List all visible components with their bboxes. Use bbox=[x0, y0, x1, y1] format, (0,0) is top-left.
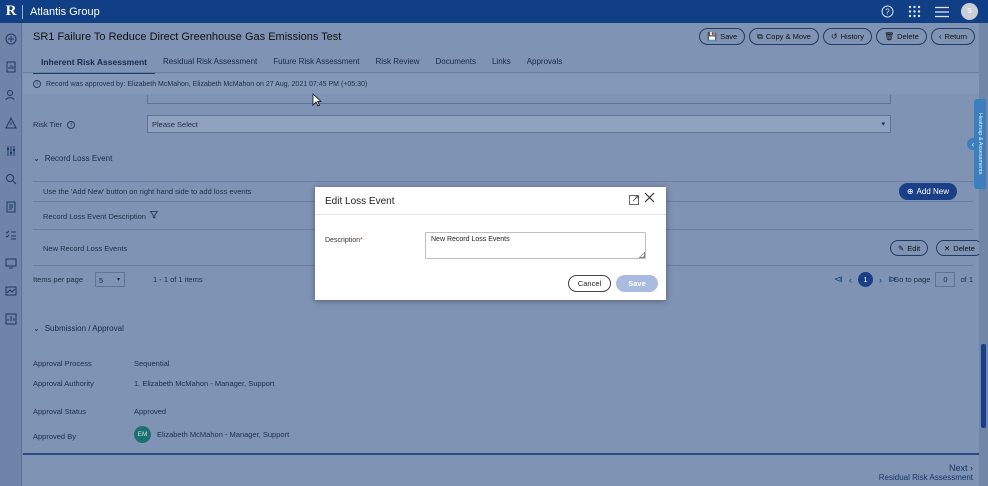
tab-approvals[interactable]: Approvals bbox=[519, 54, 571, 74]
tab-documents[interactable]: Documents bbox=[428, 54, 484, 74]
next-section-link[interactable]: Next › Residual Risk Assessment bbox=[879, 463, 973, 482]
submission-approval-section[interactable]: ⌄ Submission / Approval bbox=[33, 324, 124, 333]
history-icon: ↺ bbox=[830, 32, 838, 41]
save-icon: 💾 bbox=[707, 32, 718, 41]
tab-future-risk-assessment[interactable]: Future Risk Assessment bbox=[265, 54, 367, 74]
description-textarea[interactable]: New Record Loss Events bbox=[425, 232, 646, 259]
record-header: SR1 Failure To Reduce Direct Greenhouse … bbox=[23, 23, 979, 53]
approval-status-label: Approval Status bbox=[33, 407, 86, 416]
next-page-icon[interactable]: › bbox=[879, 275, 882, 285]
items-range: 1 - 1 of 1 items bbox=[153, 275, 203, 284]
delete-button[interactable]: 🗑 Delete bbox=[875, 28, 927, 45]
approved-by-value: EM Elizabeth McMahon - Manager, Support bbox=[134, 426, 289, 443]
dialog-title: Edit Loss Event bbox=[325, 196, 395, 207]
left-nav-rail bbox=[0, 23, 22, 486]
top-bar: R Atlantis Group ? S bbox=[0, 0, 988, 23]
close-icon[interactable] bbox=[644, 192, 656, 204]
chevron-left-icon: ‹ bbox=[938, 32, 942, 41]
approval-notice: i Record was approved by: Elizabeth McMa… bbox=[23, 74, 979, 94]
approval-authority-label: Approval Authority bbox=[33, 379, 94, 388]
svg-text:?: ? bbox=[885, 7, 890, 16]
previous-field-box bbox=[147, 95, 891, 104]
chevron-down-icon: ▾ bbox=[881, 121, 885, 128]
search-analytics-icon[interactable] bbox=[4, 172, 18, 186]
mouse-cursor-icon bbox=[312, 93, 323, 107]
approved-by-label: Approved By bbox=[33, 432, 76, 441]
trend-chart-icon[interactable] bbox=[4, 284, 18, 298]
edit-loss-event-dialog: Edit Loss Event Description* New Record … bbox=[315, 187, 666, 300]
description-label: Description* bbox=[325, 237, 363, 244]
history-button[interactable]: ↺ History bbox=[822, 28, 872, 45]
close-icon: ✕ bbox=[944, 243, 951, 253]
tab-risk-review[interactable]: Risk Review bbox=[368, 54, 428, 74]
tab-residual-risk-assessment[interactable]: Residual Risk Assessment bbox=[155, 54, 265, 74]
plus-circle-icon: ⊕ bbox=[906, 187, 914, 196]
avatar: EM bbox=[134, 426, 151, 443]
chevron-right-icon: › bbox=[970, 463, 973, 473]
resize-handle-icon[interactable] bbox=[639, 252, 645, 258]
save-button[interactable]: 💾 Save bbox=[699, 28, 746, 45]
add-circle-icon[interactable] bbox=[4, 32, 18, 46]
app-logo[interactable]: R bbox=[0, 3, 22, 20]
items-per-page-label: Items per page bbox=[33, 275, 84, 284]
footer-bar: Next › Residual Risk Assessment bbox=[23, 453, 979, 486]
record-tabs: Inherent Risk Assessment Residual Risk A… bbox=[33, 54, 570, 74]
tab-inherent-risk-assessment[interactable]: Inherent Risk Assessment bbox=[33, 54, 155, 74]
pager-nav: ⧏ ‹ 1 › ⧐ bbox=[834, 272, 897, 287]
tab-links[interactable]: Links bbox=[484, 54, 519, 74]
info-icon: i bbox=[33, 80, 41, 88]
chevron-down-icon: ▾ bbox=[116, 277, 120, 283]
approval-process-label: Approval Process bbox=[33, 359, 92, 368]
help-icon[interactable]: ? bbox=[880, 4, 895, 19]
copy-icon: ⧉ bbox=[757, 31, 763, 41]
dialog-divider bbox=[315, 214, 666, 215]
approval-authority-value: 1. Elizabeth McMahon - Manager, Support bbox=[134, 379, 275, 388]
record-actions: 💾 Save ⧉ Copy & Move ↺ History 🗑 Delete ‹ Ret… bbox=[699, 28, 975, 45]
record-title: SR1 Failure To Reduce Direct Greenhouse … bbox=[33, 31, 342, 43]
expand-icon[interactable] bbox=[629, 195, 639, 205]
approval-process-value: Sequential bbox=[134, 359, 170, 368]
copy-move-button[interactable]: ⧉ Copy & Move bbox=[749, 28, 819, 45]
prev-page-icon[interactable]: ‹ bbox=[849, 275, 852, 285]
approval-status-value: Approved bbox=[134, 407, 167, 416]
dialog-save-button[interactable]: Save bbox=[616, 275, 658, 292]
filter-icon[interactable] bbox=[149, 211, 159, 221]
info-icon[interactable]: i bbox=[67, 120, 76, 129]
first-page-icon[interactable]: ⧏ bbox=[834, 274, 843, 285]
chevron-down-icon: ⌄ bbox=[33, 324, 40, 333]
trash-icon: 🗑 bbox=[883, 32, 895, 41]
monitor-icon[interactable] bbox=[4, 256, 18, 270]
apps-grid-icon[interactable] bbox=[907, 4, 922, 19]
dashboard-icon[interactable] bbox=[4, 312, 18, 326]
logo-divider bbox=[22, 4, 23, 19]
return-button[interactable]: ‹ Return bbox=[930, 28, 975, 45]
add-new-button[interactable]: ⊕ Add New bbox=[898, 183, 957, 200]
hamburger-menu-icon[interactable] bbox=[934, 4, 949, 19]
risk-tier-label: Risk Tier i bbox=[33, 120, 76, 129]
risk-tier-select[interactable]: Please Select ▾ bbox=[147, 115, 891, 133]
report-icon[interactable] bbox=[4, 200, 18, 214]
app-title: Atlantis Group bbox=[30, 5, 100, 18]
user-avatar[interactable]: S bbox=[961, 3, 978, 20]
items-per-page-select[interactable]: 5 ▾ bbox=[95, 272, 125, 287]
scrollbar-thumb[interactable] bbox=[981, 344, 986, 428]
top-icons: ? S bbox=[880, 0, 978, 23]
document-chart-icon[interactable] bbox=[4, 60, 18, 74]
tabs-divider bbox=[23, 72, 979, 73]
cancel-button[interactable]: Cancel bbox=[568, 275, 611, 292]
goto-page-input[interactable]: 0 bbox=[935, 272, 956, 287]
record-loss-event-section[interactable]: ⌄ Record Loss Event bbox=[33, 154, 112, 163]
user-settings-icon[interactable] bbox=[4, 88, 18, 102]
warning-icon[interactable] bbox=[4, 116, 18, 130]
chevron-left-icon[interactable]: ‹ bbox=[967, 138, 979, 150]
goto-page: Go to page 0 of 1 bbox=[893, 272, 973, 287]
checklist-icon[interactable] bbox=[4, 228, 18, 242]
chevron-down-icon: ⌄ bbox=[33, 154, 40, 163]
pencil-icon: ✎ bbox=[898, 243, 905, 253]
edit-row-button[interactable]: ✎ Edit bbox=[890, 240, 929, 256]
page-1-button[interactable]: 1 bbox=[858, 272, 873, 287]
delete-row-button[interactable]: ✕ Delete bbox=[936, 240, 983, 256]
sliders-icon[interactable] bbox=[4, 144, 18, 158]
